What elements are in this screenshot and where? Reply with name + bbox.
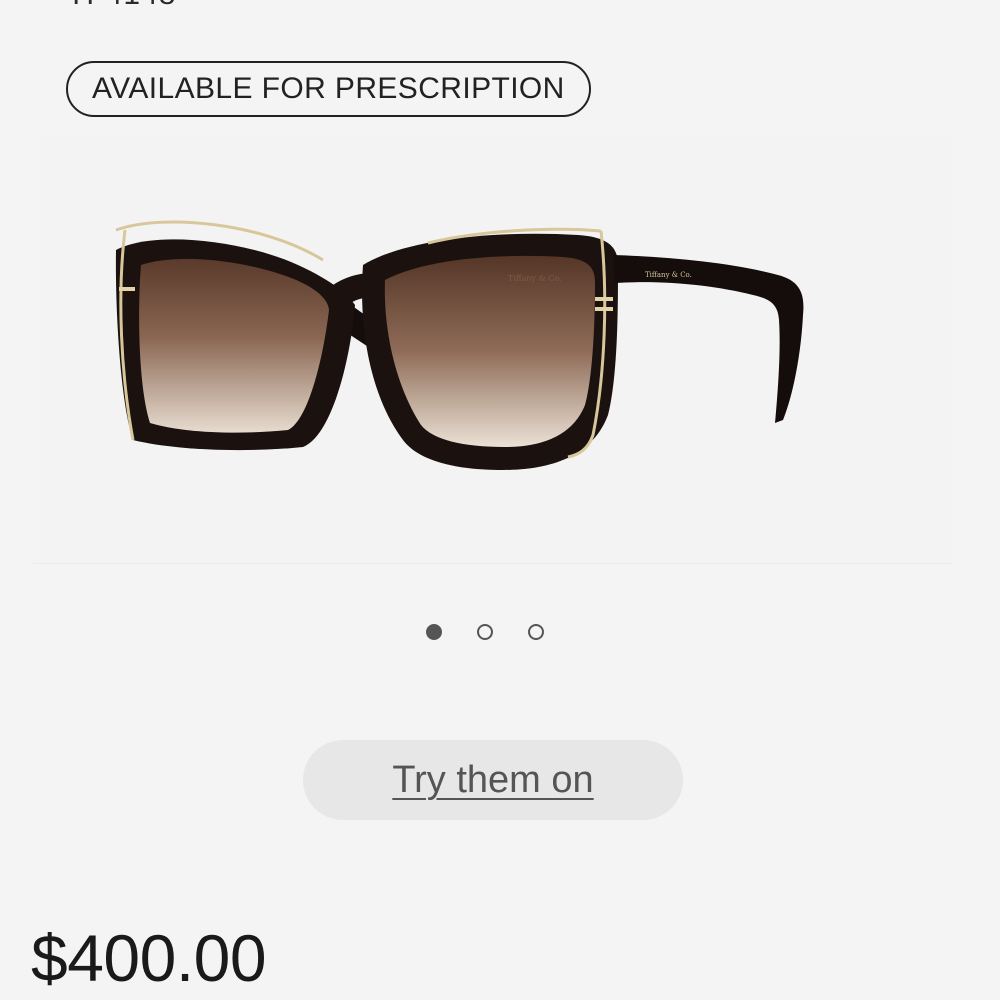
prescription-badge: AVAILABLE FOR PRESCRIPTION	[66, 61, 591, 117]
near-temple-arm	[613, 255, 804, 423]
carousel-dots	[0, 620, 1000, 644]
carousel-dot-1[interactable]	[426, 624, 442, 640]
hinge-left	[119, 287, 135, 291]
product-image-panel[interactable]: Tiffany & Co. Tiffany & Co.	[33, 135, 953, 563]
prescription-badge-label: AVAILABLE FOR PRESCRIPTION	[92, 72, 565, 105]
hinge-right-a	[595, 297, 613, 301]
sunglasses-product-image: Tiffany & Co. Tiffany & Co.	[115, 220, 804, 470]
try-them-on-button[interactable]: Try them on	[303, 740, 683, 820]
carousel-dot-2[interactable]	[477, 624, 493, 640]
carousel-dot-3[interactable]	[528, 624, 544, 640]
brand-engraving-temple: Tiffany & Co.	[645, 271, 692, 279]
hinge-right-b	[595, 307, 613, 311]
product-page: TF4148 AVAILABLE FOR PRESCRIPTION	[0, 0, 1000, 1000]
left-lens	[139, 258, 329, 433]
model-code: TF4148	[67, 0, 176, 12]
try-them-on-label: Try them on	[392, 758, 594, 801]
price: $400.00	[31, 921, 267, 995]
brand-engraving-lens: Tiffany & Co.	[508, 274, 562, 283]
